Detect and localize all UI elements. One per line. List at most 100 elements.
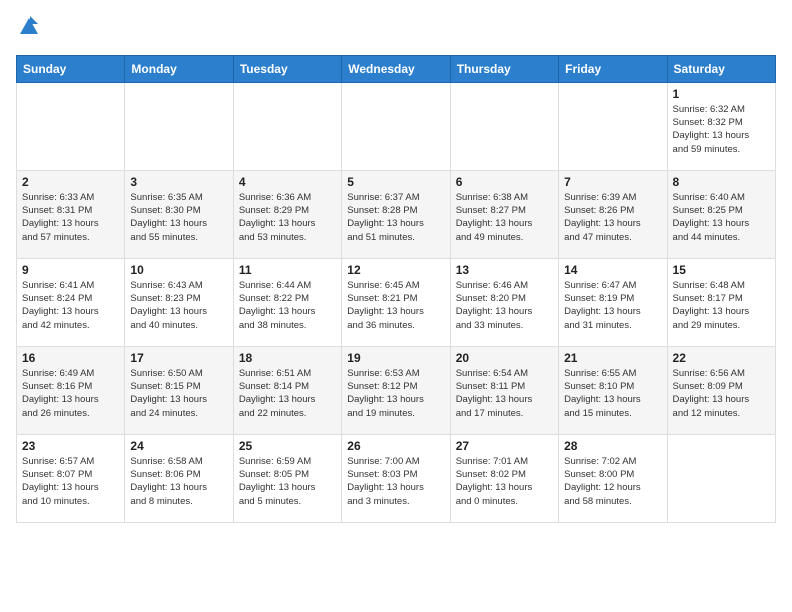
calendar-day-cell: 21 Sunrise: 6:55 AM Sunset: 8:10 PM Dayli…	[559, 346, 667, 434]
day-info: Sunrise: 6:37 AM Sunset: 8:28 PM Dayligh…	[347, 191, 444, 244]
calendar-day-cell: 1 Sunrise: 6:32 AM Sunset: 8:32 PM Daylig…	[667, 82, 775, 170]
day-info: Sunrise: 6:45 AM Sunset: 8:21 PM Dayligh…	[347, 279, 444, 332]
calendar-day-cell: 6 Sunrise: 6:38 AM Sunset: 8:27 PM Daylig…	[450, 170, 558, 258]
day-info: Sunrise: 6:40 AM Sunset: 8:25 PM Dayligh…	[673, 191, 770, 244]
calendar-day-cell: 5 Sunrise: 6:37 AM Sunset: 8:28 PM Daylig…	[342, 170, 450, 258]
day-info: Sunrise: 6:44 AM Sunset: 8:22 PM Dayligh…	[239, 279, 336, 332]
day-info: Sunrise: 7:02 AM Sunset: 8:00 PM Dayligh…	[564, 455, 661, 508]
calendar-day-cell	[559, 82, 667, 170]
day-number: 6	[456, 175, 553, 189]
calendar-day-cell: 18 Sunrise: 6:51 AM Sunset: 8:14 PM Dayli…	[233, 346, 341, 434]
calendar-week-row: 16Sunrise: 6:49 AM Sunset: 8:16 PM Dayli…	[17, 346, 776, 434]
calendar-day-cell: 28 Sunrise: 7:02 AM Sunset: 8:00 PM Dayli…	[559, 434, 667, 522]
weekday-header-cell: Saturday	[667, 55, 775, 82]
calendar-day-cell: 16Sunrise: 6:49 AM Sunset: 8:16 PM Dayli…	[17, 346, 125, 434]
calendar-day-cell	[233, 82, 341, 170]
day-info: Sunrise: 6:55 AM Sunset: 8:10 PM Dayligh…	[564, 367, 661, 420]
day-number: 24	[130, 439, 227, 453]
day-info: Sunrise: 6:39 AM Sunset: 8:26 PM Dayligh…	[564, 191, 661, 244]
logo-icon	[18, 16, 40, 38]
day-number: 2	[22, 175, 119, 189]
day-number: 18	[239, 351, 336, 365]
day-number: 27	[456, 439, 553, 453]
day-number: 7	[564, 175, 661, 189]
page-header	[16, 16, 776, 43]
day-number: 9	[22, 263, 119, 277]
day-number: 3	[130, 175, 227, 189]
calendar-day-cell: 14 Sunrise: 6:47 AM Sunset: 8:19 PM Dayli…	[559, 258, 667, 346]
calendar-day-cell: 2 Sunrise: 6:33 AM Sunset: 8:31 PM Daylig…	[17, 170, 125, 258]
day-number: 16	[22, 351, 119, 365]
calendar-day-cell: 9 Sunrise: 6:41 AM Sunset: 8:24 PM Daylig…	[17, 258, 125, 346]
day-number: 17	[130, 351, 227, 365]
day-info: Sunrise: 6:35 AM Sunset: 8:30 PM Dayligh…	[130, 191, 227, 244]
day-number: 15	[673, 263, 770, 277]
day-info: Sunrise: 6:50 AM Sunset: 8:15 PM Dayligh…	[130, 367, 227, 420]
calendar-day-cell: 12Sunrise: 6:45 AM Sunset: 8:21 PM Dayli…	[342, 258, 450, 346]
weekday-header-cell: Thursday	[450, 55, 558, 82]
day-number: 14	[564, 263, 661, 277]
day-info: Sunrise: 6:48 AM Sunset: 8:17 PM Dayligh…	[673, 279, 770, 332]
day-info: Sunrise: 7:00 AM Sunset: 8:03 PM Dayligh…	[347, 455, 444, 508]
calendar-day-cell: 13Sunrise: 6:46 AM Sunset: 8:20 PM Dayli…	[450, 258, 558, 346]
day-number: 25	[239, 439, 336, 453]
day-number: 20	[456, 351, 553, 365]
day-number: 21	[564, 351, 661, 365]
weekday-header-cell: Tuesday	[233, 55, 341, 82]
day-info: Sunrise: 6:53 AM Sunset: 8:12 PM Dayligh…	[347, 367, 444, 420]
day-info: Sunrise: 6:38 AM Sunset: 8:27 PM Dayligh…	[456, 191, 553, 244]
weekday-header-cell: Sunday	[17, 55, 125, 82]
calendar-day-cell: 4 Sunrise: 6:36 AM Sunset: 8:29 PM Daylig…	[233, 170, 341, 258]
day-number: 4	[239, 175, 336, 189]
day-info: Sunrise: 6:58 AM Sunset: 8:06 PM Dayligh…	[130, 455, 227, 508]
calendar-day-cell: 8 Sunrise: 6:40 AM Sunset: 8:25 PM Daylig…	[667, 170, 775, 258]
day-info: Sunrise: 6:43 AM Sunset: 8:23 PM Dayligh…	[130, 279, 227, 332]
day-info: Sunrise: 6:33 AM Sunset: 8:31 PM Dayligh…	[22, 191, 119, 244]
weekday-header-cell: Wednesday	[342, 55, 450, 82]
day-number: 5	[347, 175, 444, 189]
day-number: 23	[22, 439, 119, 453]
day-info: Sunrise: 6:47 AM Sunset: 8:19 PM Dayligh…	[564, 279, 661, 332]
calendar-day-cell: 19 Sunrise: 6:53 AM Sunset: 8:12 PM Dayli…	[342, 346, 450, 434]
calendar-day-cell: 15 Sunrise: 6:48 AM Sunset: 8:17 PM Dayli…	[667, 258, 775, 346]
day-info: Sunrise: 6:36 AM Sunset: 8:29 PM Dayligh…	[239, 191, 336, 244]
calendar-day-cell	[342, 82, 450, 170]
calendar-day-cell: 27Sunrise: 7:01 AM Sunset: 8:02 PM Dayli…	[450, 434, 558, 522]
calendar-table: SundayMondayTuesdayWednesdayThursdayFrid…	[16, 55, 776, 523]
day-number: 8	[673, 175, 770, 189]
calendar-day-cell: 25 Sunrise: 6:59 AM Sunset: 8:05 PM Dayli…	[233, 434, 341, 522]
day-info: Sunrise: 6:57 AM Sunset: 8:07 PM Dayligh…	[22, 455, 119, 508]
day-number: 13	[456, 263, 553, 277]
calendar-day-cell: 22 Sunrise: 6:56 AM Sunset: 8:09 PM Dayli…	[667, 346, 775, 434]
day-info: Sunrise: 6:56 AM Sunset: 8:09 PM Dayligh…	[673, 367, 770, 420]
day-info: Sunrise: 6:32 AM Sunset: 8:32 PM Dayligh…	[673, 103, 770, 156]
calendar-day-cell	[667, 434, 775, 522]
day-info: Sunrise: 6:51 AM Sunset: 8:14 PM Dayligh…	[239, 367, 336, 420]
calendar-day-cell: 7 Sunrise: 6:39 AM Sunset: 8:26 PM Daylig…	[559, 170, 667, 258]
day-number: 1	[673, 87, 770, 101]
day-number: 11	[239, 263, 336, 277]
day-info: Sunrise: 6:59 AM Sunset: 8:05 PM Dayligh…	[239, 455, 336, 508]
calendar-day-cell: 26 Sunrise: 7:00 AM Sunset: 8:03 PM Dayli…	[342, 434, 450, 522]
calendar-body: 1 Sunrise: 6:32 AM Sunset: 8:32 PM Daylig…	[17, 82, 776, 522]
day-number: 28	[564, 439, 661, 453]
calendar-week-row: 1 Sunrise: 6:32 AM Sunset: 8:32 PM Daylig…	[17, 82, 776, 170]
logo	[16, 16, 40, 43]
weekday-header-row: SundayMondayTuesdayWednesdayThursdayFrid…	[17, 55, 776, 82]
calendar-week-row: 9 Sunrise: 6:41 AM Sunset: 8:24 PM Daylig…	[17, 258, 776, 346]
day-number: 19	[347, 351, 444, 365]
calendar-day-cell	[17, 82, 125, 170]
calendar-week-row: 23 Sunrise: 6:57 AM Sunset: 8:07 PM Dayli…	[17, 434, 776, 522]
weekday-header-cell: Friday	[559, 55, 667, 82]
day-number: 26	[347, 439, 444, 453]
calendar-day-cell: 24 Sunrise: 6:58 AM Sunset: 8:06 PM Dayli…	[125, 434, 233, 522]
weekday-header-cell: Monday	[125, 55, 233, 82]
day-number: 22	[673, 351, 770, 365]
calendar-day-cell: 11 Sunrise: 6:44 AM Sunset: 8:22 PM Dayli…	[233, 258, 341, 346]
calendar-day-cell	[450, 82, 558, 170]
calendar-day-cell: 3 Sunrise: 6:35 AM Sunset: 8:30 PM Daylig…	[125, 170, 233, 258]
day-info: Sunrise: 6:41 AM Sunset: 8:24 PM Dayligh…	[22, 279, 119, 332]
day-info: Sunrise: 6:54 AM Sunset: 8:11 PM Dayligh…	[456, 367, 553, 420]
calendar-day-cell: 20 Sunrise: 6:54 AM Sunset: 8:11 PM Dayli…	[450, 346, 558, 434]
calendar-day-cell: 10Sunrise: 6:43 AM Sunset: 8:23 PM Dayli…	[125, 258, 233, 346]
